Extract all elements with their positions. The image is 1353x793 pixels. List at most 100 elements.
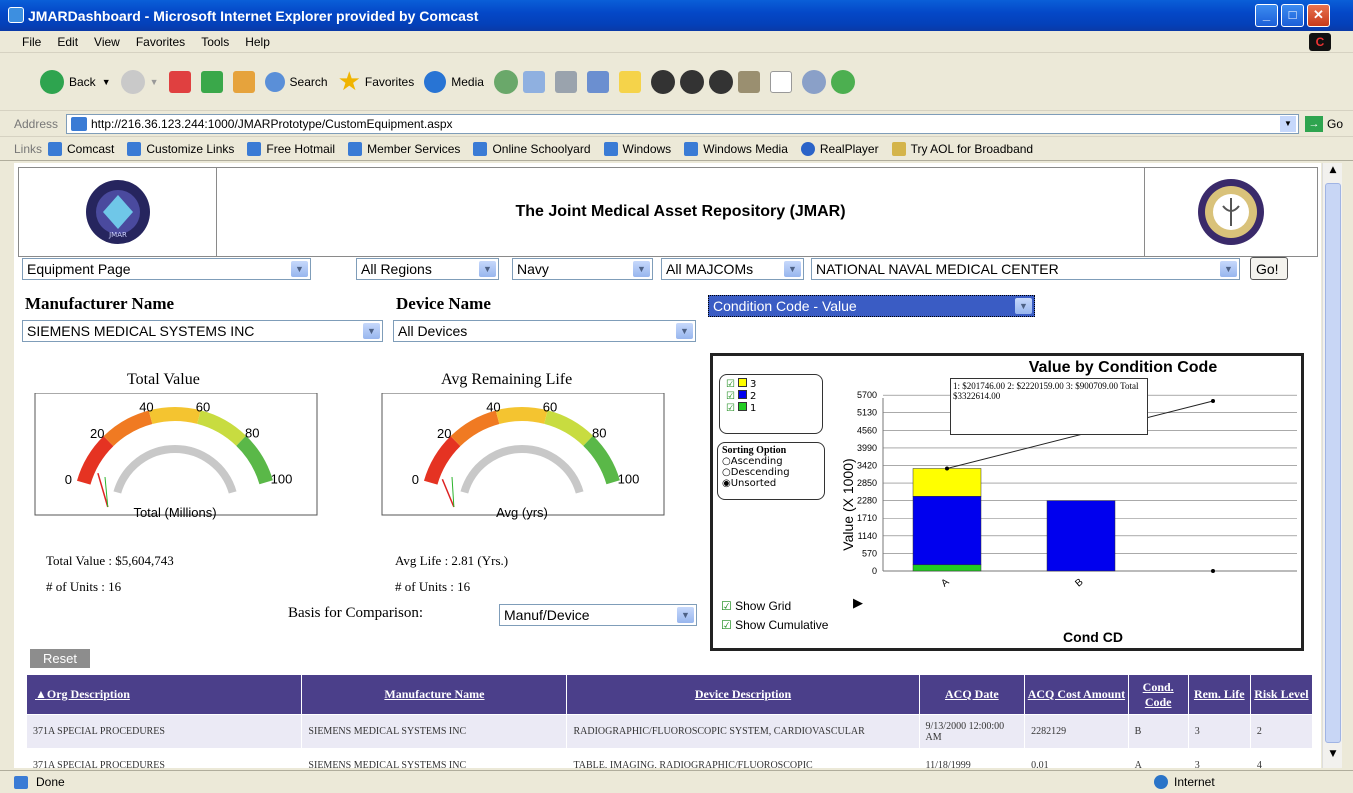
address-input[interactable]: http://216.36.123.244:1000/JMARPrototype… — [66, 114, 1299, 134]
link-hotmail[interactable]: Free Hotmail — [247, 141, 335, 156]
favorites-button[interactable]: ★ Favorites — [338, 66, 415, 97]
header-risk-level[interactable]: Risk Level — [1249, 674, 1314, 715]
chart-legend: ☑ 3 ☑ 2 ☑ 1 — [719, 374, 823, 434]
link-realplayer[interactable]: RealPlayer — [800, 141, 879, 156]
ie-page-icon — [348, 141, 363, 156]
discuss-icon[interactable] — [801, 69, 826, 94]
edit-icon[interactable] — [586, 70, 609, 93]
go-filter-button[interactable]: Go! — [1250, 257, 1288, 280]
chart-tooltip: 1: $201746.00 2: $2220159.00 3: $900709.… — [950, 378, 1148, 435]
search-button[interactable]: Search — [264, 71, 328, 92]
link-aol[interactable]: Try AOL for Broadband — [891, 141, 1033, 156]
chevron-down-icon: ▼ — [633, 261, 650, 277]
sort-unsorted-radio[interactable]: ◉Unsorted — [722, 478, 820, 489]
scroll-down-icon[interactable]: ▼ — [1325, 749, 1341, 765]
link-customize[interactable]: Customize Links — [127, 141, 234, 156]
chevron-down-icon: ▼ — [479, 261, 496, 277]
basis-select[interactable]: Manuf/Device ▼ — [499, 604, 697, 626]
gauge1-unit: Total (Millions) — [133, 505, 216, 520]
maximize-button[interactable]: □ — [1281, 4, 1304, 27]
table-header-row: ▲Org Description Manufacture Name Device… — [25, 674, 1314, 715]
research-icon[interactable] — [737, 70, 760, 93]
go-button[interactable]: → Go — [1305, 114, 1349, 134]
table-row[interactable]: 371A SPECIAL PROCEDURES SIEMENS MEDICAL … — [25, 714, 1314, 749]
link-windows[interactable]: Windows — [603, 141, 671, 156]
cell-org: 371A SPECIAL PROCEDURES — [25, 748, 303, 768]
header-rem-life[interactable]: Rem. Life — [1187, 674, 1251, 715]
device-select[interactable]: All Devices ▼ — [393, 320, 696, 342]
link-member-services[interactable]: Member Services — [348, 141, 460, 156]
basis-label: Basis for Comparison: — [288, 605, 423, 621]
menu-file[interactable]: File — [22, 35, 41, 49]
ie-page-icon — [48, 141, 63, 156]
header-acq-date[interactable]: ACQ Date — [918, 674, 1026, 715]
reset-button[interactable]: Reset — [30, 649, 90, 668]
page-header: JMAR The Joint Medical Asset Repository … — [18, 167, 1318, 257]
header-acq-cost[interactable]: ACQ Cost Amount — [1024, 674, 1129, 715]
status-text: Done — [36, 775, 65, 789]
menu-view[interactable]: View — [94, 35, 120, 49]
gauge1-tick-label: 20 — [90, 426, 104, 441]
menu-help[interactable]: Help — [245, 35, 270, 49]
stop-icon[interactable] — [168, 70, 191, 93]
y-tick-label: 2280 — [857, 496, 877, 506]
forward-button[interactable]: ▼ — [120, 69, 159, 94]
play-icon[interactable]: ▶ — [853, 596, 863, 611]
legend-item-1[interactable]: ☑ 1 — [726, 402, 816, 414]
chevron-down-icon[interactable]: ▼ — [1280, 116, 1296, 132]
globe-icon — [1154, 775, 1168, 789]
service-select[interactable]: Navy ▼ — [512, 258, 653, 280]
search-icon — [264, 71, 285, 92]
link-windows-media[interactable]: Windows Media — [684, 141, 788, 156]
menu-bar: File Edit View Favorites Tools Help C — [0, 31, 1353, 53]
chart-title: Value by Condition Code — [1029, 359, 1218, 376]
home-icon[interactable] — [232, 70, 255, 93]
majcom-select[interactable]: All MAJCOMs ▼ — [661, 258, 804, 280]
scroll-thumb[interactable] — [1325, 183, 1341, 743]
chevron-down-icon: ▼ — [784, 261, 801, 277]
y-tick-label: 3420 — [857, 460, 877, 470]
page-select[interactable]: Equipment Page ▼ — [22, 258, 311, 280]
back-button[interactable]: Back ▼ — [40, 69, 111, 94]
scroll-up-icon[interactable]: ▲ — [1325, 165, 1341, 181]
header-org-description[interactable]: ▲Org Description — [25, 674, 303, 715]
minimize-button[interactable]: _ — [1255, 4, 1278, 27]
manufacturer-select[interactable]: SIEMENS MEDICAL SYSTEMS INC ▼ — [22, 320, 383, 342]
region-select[interactable]: All Regions ▼ — [356, 258, 499, 280]
media-button[interactable]: Media — [424, 70, 484, 93]
note-icon[interactable] — [618, 70, 641, 93]
link-schoolyard[interactable]: Online Schoolyard — [473, 141, 591, 156]
users-icon[interactable] — [830, 69, 855, 94]
header-manufacture-name[interactable]: Manufacture Name — [301, 674, 568, 715]
menu-favorites[interactable]: Favorites — [136, 35, 185, 49]
header-device-description[interactable]: Device Description — [566, 674, 920, 715]
show-cumulative-checkbox[interactable]: ☑ Show Cumulative — [721, 618, 828, 632]
gauges-layer: 0 20 40 60 80 100 Total (Millions) 0 20 40 60 80 100… — [34, 393, 665, 520]
jmar-logo: JMAR — [19, 168, 217, 256]
vertical-scrollbar[interactable]: ▲ ▼ — [1322, 163, 1342, 768]
link-comcast[interactable]: Comcast — [48, 141, 114, 156]
messenger-icon[interactable] — [769, 70, 792, 93]
sort-descending-radio[interactable]: ○Descending — [722, 467, 820, 478]
tool-icon-2[interactable] — [679, 69, 704, 94]
header-cond-code[interactable]: Cond. Code — [1127, 674, 1189, 715]
legend-item-2[interactable]: ☑ 2 — [726, 390, 816, 402]
menu-edit[interactable]: Edit — [57, 35, 78, 49]
legend-item-3[interactable]: ☑ 3 — [726, 378, 816, 390]
bar-A-series-2 — [912, 496, 982, 566]
print-icon[interactable] — [554, 70, 577, 93]
history-icon[interactable] — [493, 69, 518, 94]
facility-select[interactable]: NATIONAL NAVAL MEDICAL CENTER ▼ — [811, 258, 1240, 280]
comcast-logo-icon: C — [1309, 33, 1331, 51]
help-icon[interactable] — [708, 69, 733, 94]
close-button[interactable]: ✕ — [1307, 4, 1330, 27]
menu-tools[interactable]: Tools — [201, 35, 229, 49]
table-row[interactable]: 371A SPECIAL PROCEDURES SIEMENS MEDICAL … — [25, 748, 1314, 768]
chart-metric-select[interactable]: Condition Code - Value ▼ — [708, 295, 1035, 317]
tool-icon-1[interactable] — [650, 69, 675, 94]
mail-icon[interactable] — [522, 70, 545, 93]
sort-ascending-radio[interactable]: ○Ascending — [722, 456, 820, 467]
refresh-icon[interactable] — [200, 70, 223, 93]
y-tick-label: 4560 — [857, 425, 877, 435]
show-grid-checkbox[interactable]: ☑ Show Grid — [721, 599, 791, 613]
